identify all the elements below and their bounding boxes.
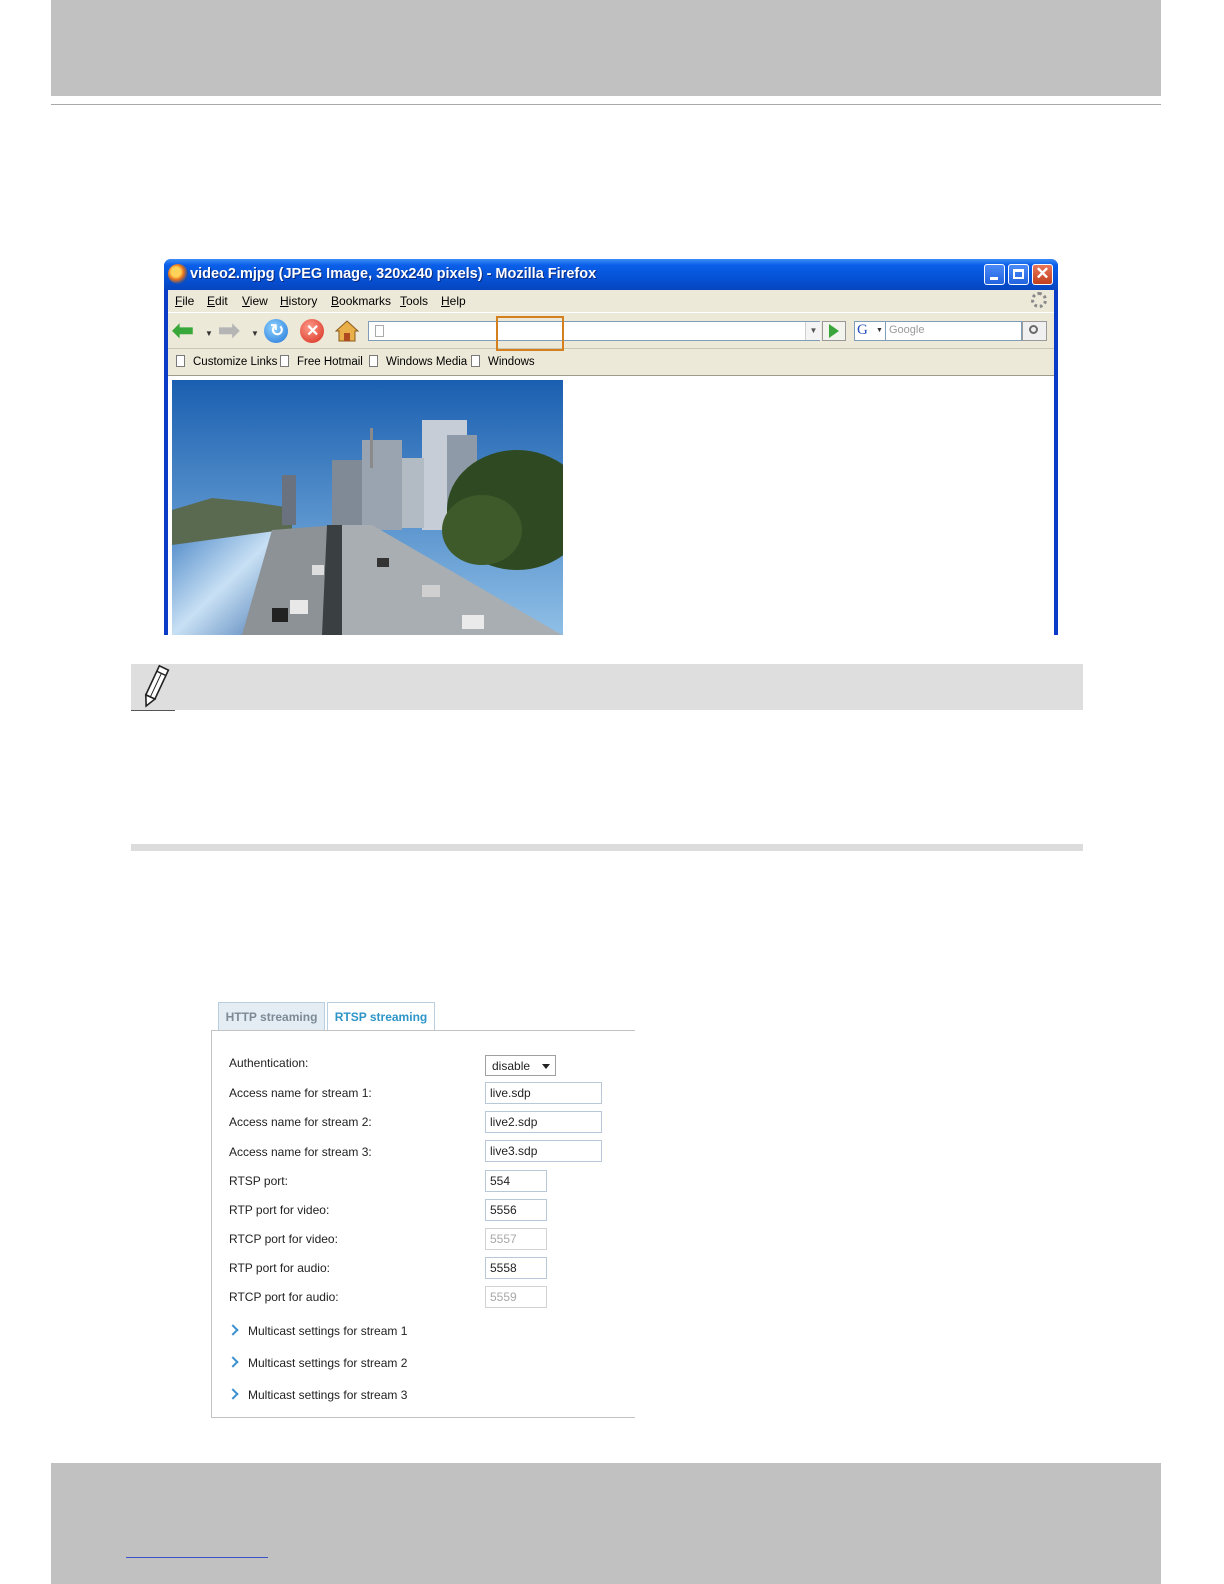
- throbber-icon: [1031, 292, 1047, 308]
- multicast-stream3-label: Multicast settings for stream 3: [248, 1388, 408, 1402]
- note-band: [131, 664, 1083, 710]
- bookmark-label: Windows: [488, 356, 535, 368]
- section-divider: [131, 844, 1083, 851]
- go-arrow-icon: [829, 324, 839, 338]
- bookmark-windows-media[interactable]: Windows Media: [369, 355, 467, 368]
- note-underline: [131, 710, 175, 711]
- menu-bar: File Edit View History Bookmarks Tools H…: [168, 290, 1054, 312]
- go-button[interactable]: [822, 321, 846, 341]
- reload-icon[interactable]: ↻: [264, 319, 288, 343]
- back-history-dropdown-icon[interactable]: ▼: [205, 329, 213, 338]
- close-button[interactable]: ✕: [1032, 264, 1053, 285]
- rtcp-video-port-field: 5557: [485, 1228, 547, 1250]
- maximize-button[interactable]: [1008, 264, 1029, 285]
- stream2-access-name-field[interactable]: live2.sdp: [485, 1111, 602, 1133]
- minimize-icon: [990, 277, 998, 280]
- authentication-label: Authentication:: [229, 1056, 309, 1070]
- bookmark-page-icon: [471, 355, 480, 367]
- address-bar[interactable]: ▼: [368, 321, 821, 341]
- firefox-window: video2.mjpg (JPEG Image, 320x240 pixels)…: [164, 259, 1058, 635]
- stream3-access-name-field[interactable]: live3.sdp: [485, 1140, 602, 1162]
- bookmark-label: Windows Media: [386, 356, 468, 368]
- rtp-audio-port-field[interactable]: 5558: [485, 1257, 547, 1279]
- bookmark-label: Free Hotmail: [297, 356, 363, 368]
- chevron-down-icon: [542, 1064, 550, 1069]
- tab-http-streaming[interactable]: HTTP streaming: [218, 1002, 325, 1030]
- google-g-icon: G: [857, 322, 868, 338]
- settings-form: Authentication: disable Access name for …: [211, 1030, 635, 1418]
- navigation-toolbar: ⬅ ▼ ➡ ▼ ↻ ✕ ▼ G ▼ Google: [168, 312, 1054, 349]
- page-icon: [375, 325, 384, 337]
- forward-arrow-icon[interactable]: ➡: [218, 317, 242, 343]
- maximize-icon: [1013, 269, 1024, 279]
- footer-link-underline[interactable]: [126, 1557, 268, 1558]
- menu-edit[interactable]: Edit: [207, 294, 228, 308]
- header-divider: [51, 104, 1161, 105]
- search-button[interactable]: [1022, 321, 1047, 341]
- rtsp-port-label: RTSP port:: [229, 1174, 288, 1188]
- stream1-access-name-field[interactable]: live.sdp: [485, 1082, 602, 1104]
- stream2-access-name-label: Access name for stream 2:: [229, 1115, 372, 1129]
- chevron-right-icon: [227, 1324, 239, 1336]
- bookmark-page-icon: [369, 355, 378, 367]
- bookmark-page-icon: [176, 355, 185, 367]
- menu-tools[interactable]: Tools: [400, 294, 428, 308]
- minimize-button[interactable]: [984, 264, 1005, 285]
- close-icon: ✕: [1035, 264, 1050, 283]
- address-dropdown-icon[interactable]: ▼: [805, 322, 821, 340]
- menu-help[interactable]: Help: [441, 294, 466, 308]
- authentication-select[interactable]: disable: [485, 1055, 556, 1076]
- page-footer-band: [51, 1463, 1161, 1584]
- multicast-stream3-link[interactable]: Multicast settings for stream 3: [227, 1388, 408, 1402]
- stream3-access-name-label: Access name for stream 3:: [229, 1145, 372, 1159]
- rtp-audio-port-label: RTP port for audio:: [229, 1261, 330, 1275]
- title-bar: video2.mjpg (JPEG Image, 320x240 pixels)…: [164, 259, 1058, 290]
- tab-rtsp-streaming[interactable]: RTSP streaming: [327, 1002, 435, 1030]
- menu-file[interactable]: File: [175, 294, 194, 308]
- menu-history[interactable]: History: [280, 294, 317, 308]
- menu-bookmarks[interactable]: Bookmarks: [331, 294, 391, 308]
- search-input[interactable]: Google: [886, 321, 1022, 341]
- stop-icon[interactable]: ✕: [300, 319, 324, 343]
- multicast-stream1-label: Multicast settings for stream 1: [248, 1324, 408, 1338]
- browser-chrome: File Edit View History Bookmarks Tools H…: [168, 290, 1054, 635]
- multicast-stream1-link[interactable]: Multicast settings for stream 1: [227, 1324, 408, 1338]
- search-engine-selector[interactable]: G ▼: [854, 321, 886, 341]
- page-header-band: [51, 0, 1161, 96]
- firefox-logo-icon: [168, 264, 188, 284]
- city-highway-image: [172, 380, 563, 635]
- multicast-stream2-link[interactable]: Multicast settings for stream 2: [227, 1356, 408, 1370]
- magnifier-icon: [1029, 325, 1038, 334]
- rtp-video-port-field[interactable]: 5556: [485, 1199, 547, 1221]
- bookmark-label: Customize Links: [193, 356, 278, 368]
- bookmark-page-icon: [280, 355, 289, 367]
- rtcp-audio-port-label: RTCP port for audio:: [229, 1290, 339, 1304]
- rtsp-settings-panel: HTTP streaming RTSP streaming Authentica…: [211, 1002, 635, 1418]
- rtsp-port-field[interactable]: 554: [485, 1170, 547, 1192]
- forward-history-dropdown-icon[interactable]: ▼: [251, 329, 259, 338]
- bookmark-customize-links[interactable]: Customize Links: [176, 355, 277, 368]
- highlight-rectangle: [496, 316, 564, 351]
- chevron-right-icon: [227, 1356, 239, 1368]
- multicast-stream2-label: Multicast settings for stream 2: [248, 1356, 408, 1370]
- stream1-access-name-label: Access name for stream 1:: [229, 1086, 372, 1100]
- rtp-video-port-label: RTP port for video:: [229, 1203, 330, 1217]
- bookmark-free-hotmail[interactable]: Free Hotmail: [280, 355, 363, 368]
- window-title: video2.mjpg (JPEG Image, 320x240 pixels)…: [190, 266, 597, 282]
- bookmark-windows[interactable]: Windows: [471, 355, 535, 368]
- pencil-note-icon: [144, 664, 170, 708]
- bookmarks-toolbar: Customize Links Free Hotmail Windows Med…: [168, 348, 1054, 376]
- back-arrow-icon[interactable]: ⬅: [172, 317, 196, 343]
- home-icon[interactable]: [335, 319, 359, 343]
- browser-content-area: [168, 376, 1054, 635]
- menu-view[interactable]: View: [242, 294, 268, 308]
- authentication-value: disable: [492, 1059, 531, 1073]
- engine-dropdown-icon: ▼: [876, 326, 883, 334]
- chevron-right-icon: [227, 1388, 239, 1400]
- rtcp-audio-port-field: 5559: [485, 1286, 547, 1308]
- rtcp-video-port-label: RTCP port for video:: [229, 1232, 338, 1246]
